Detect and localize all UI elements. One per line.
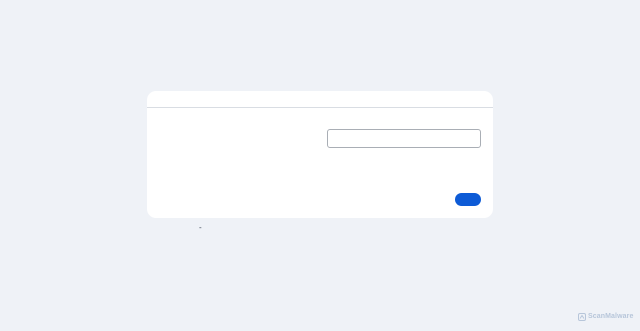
footnote-text: -	[199, 223, 202, 232]
watermark-text: ScanMalware	[588, 313, 634, 320]
text-input[interactable]	[327, 129, 481, 148]
scanmalware-logo-icon	[578, 312, 586, 321]
watermark: ScanMalware	[578, 311, 633, 322]
page: - ScanMalware	[0, 0, 640, 331]
card-header	[147, 91, 493, 108]
dialog-card	[147, 91, 493, 218]
submit-button[interactable]	[455, 193, 481, 206]
